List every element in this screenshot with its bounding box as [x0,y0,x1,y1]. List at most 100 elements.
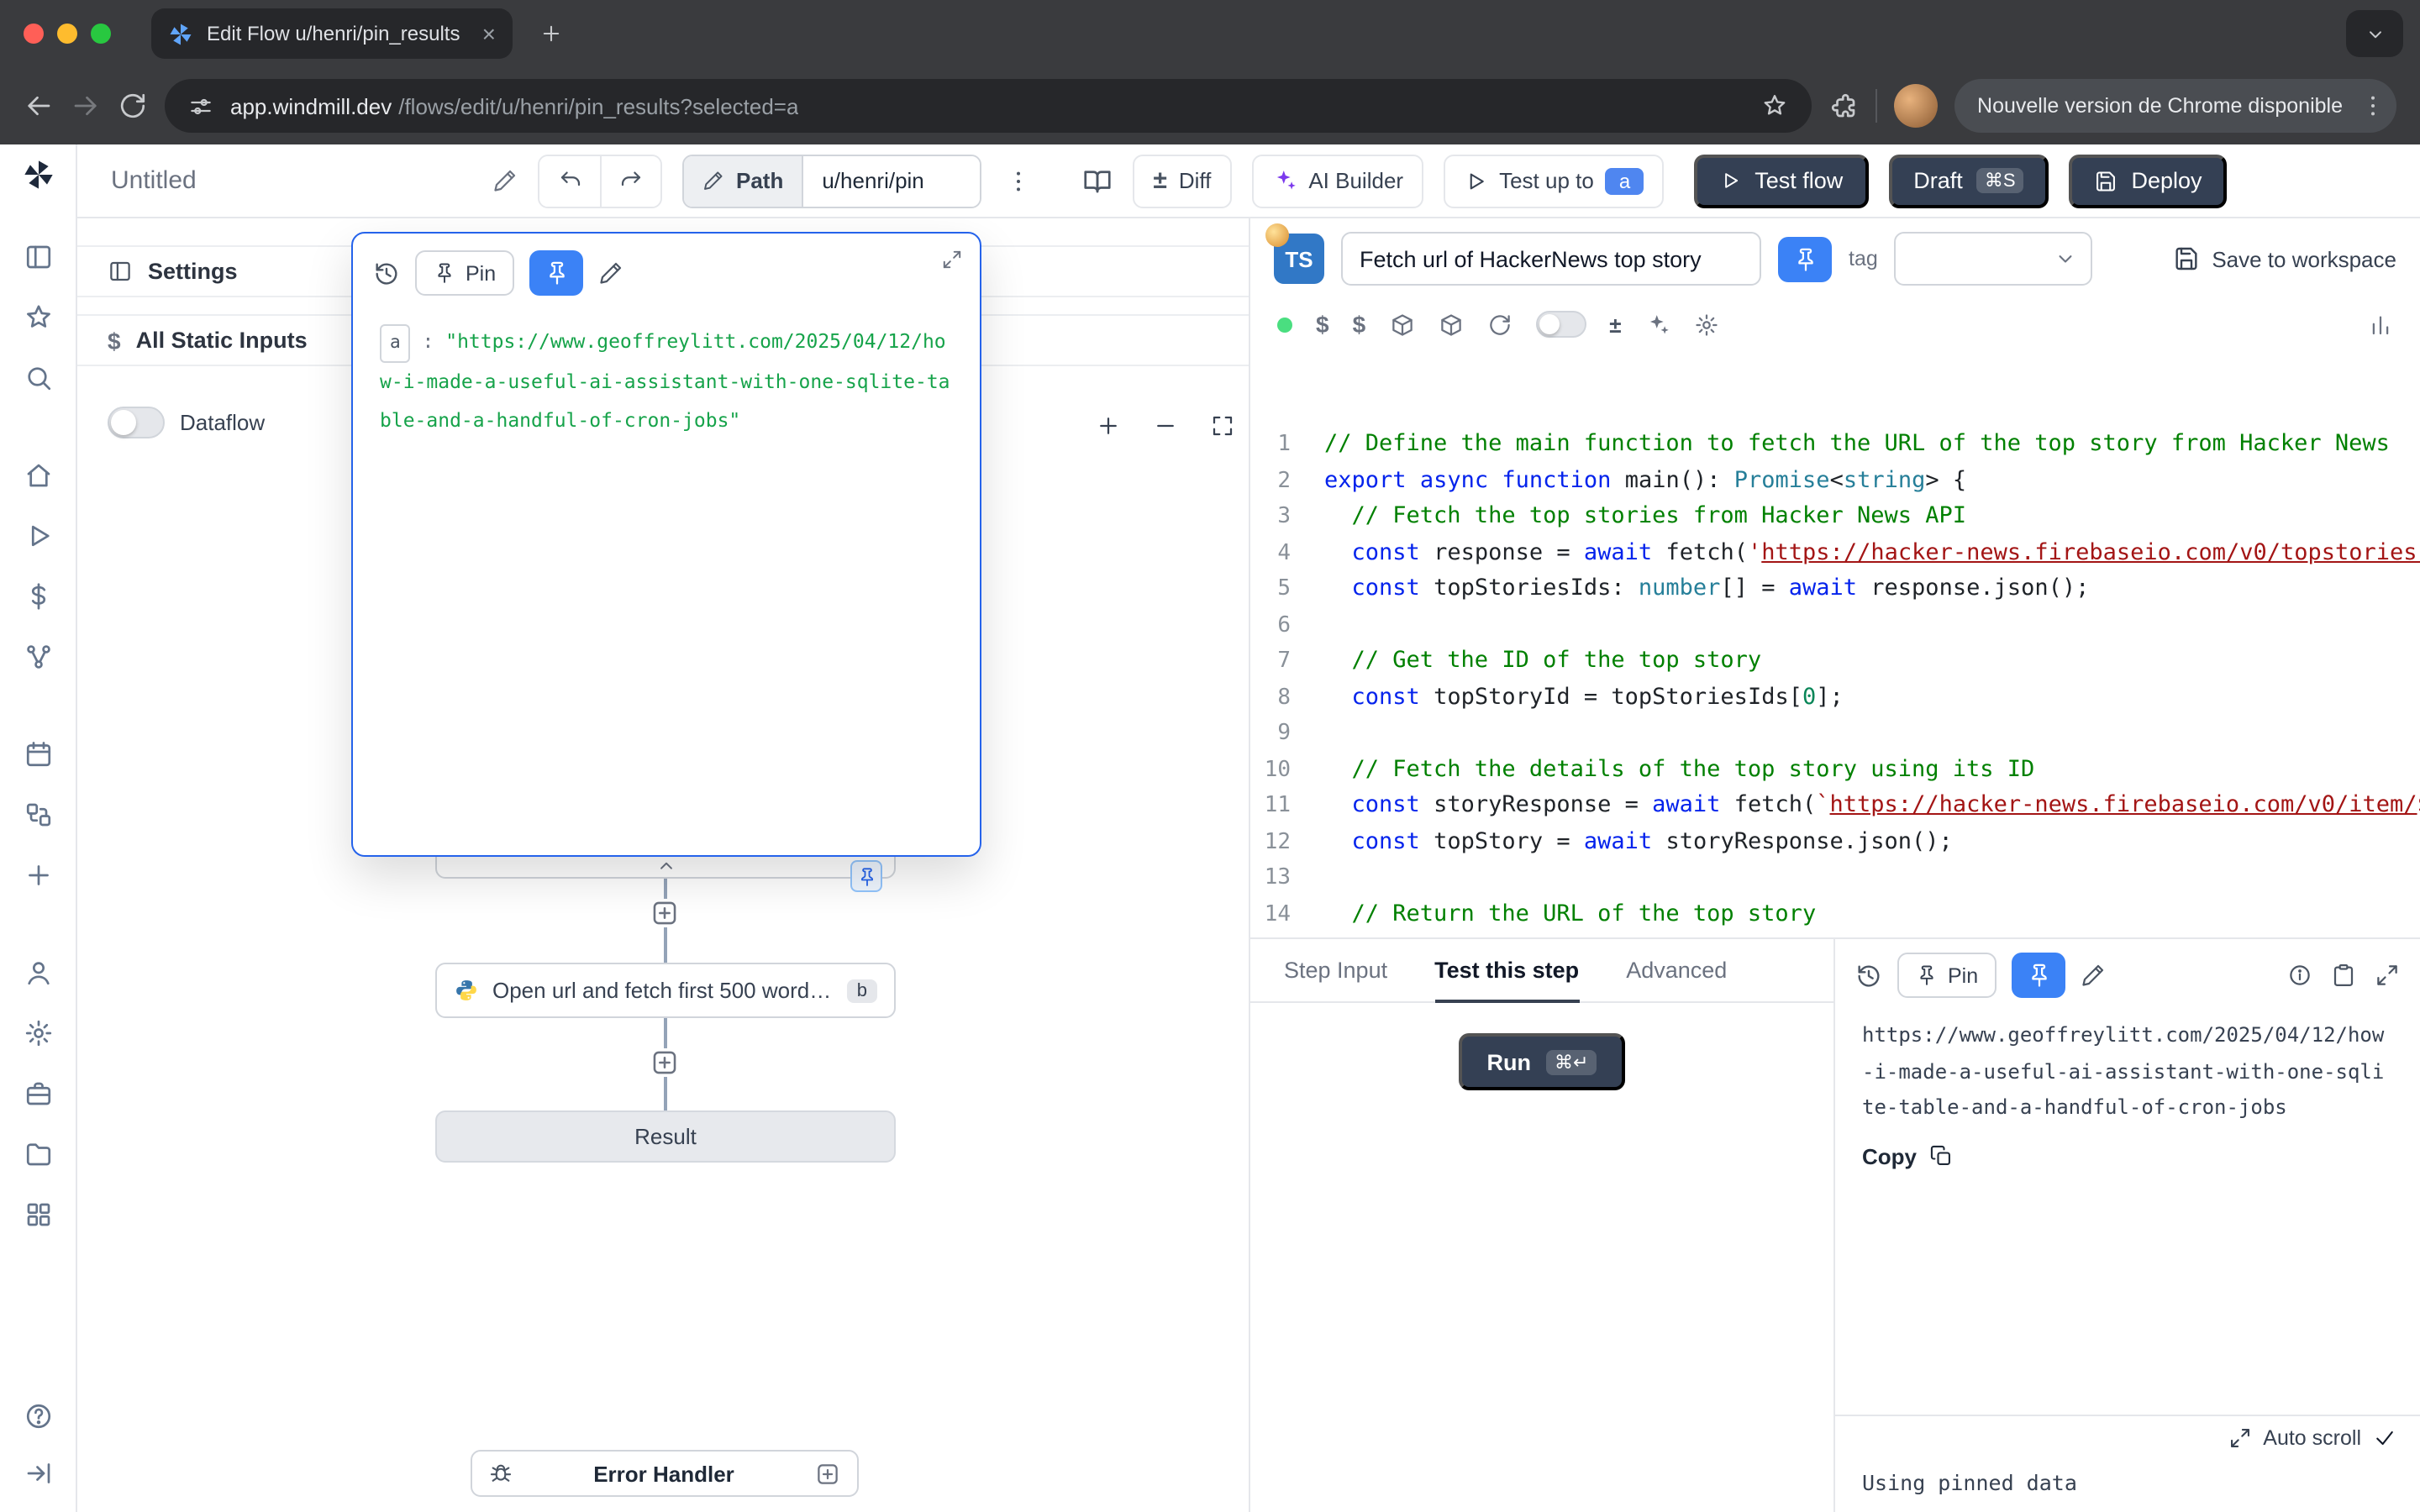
code-line[interactable]: 13 [1250,860,2420,896]
help-icon[interactable] [23,1401,53,1431]
docs-book-icon[interactable] [1082,165,1113,196]
expand-result-icon[interactable] [2375,963,2400,988]
forward-icon[interactable] [71,91,101,121]
path-value[interactable]: u/henri/pin [803,155,980,206]
url-bar[interactable]: app.windmill.dev/flows/edit/u/henri/pin_… [165,79,1811,133]
zoom-in-button[interactable] [1086,403,1129,447]
reload-code-icon[interactable] [1486,312,1512,337]
integrations-icon[interactable] [23,800,53,830]
code-line[interactable]: 7 // Get the ID of the top story [1250,643,2420,680]
test-up-to-button[interactable]: Test up to a [1444,154,1664,207]
pinned-toggle-button[interactable] [529,250,583,296]
code-line[interactable]: 10 // Fetch the details of the top story… [1250,752,2420,788]
home-icon[interactable] [23,460,53,491]
pin-button[interactable]: Pin [415,250,514,296]
ai-wand-icon[interactable] [1644,312,1670,337]
run-button[interactable]: Run ⌘↵ [1459,1033,1626,1090]
zoom-window-button[interactable] [91,24,111,44]
draft-button[interactable]: Draft ⌘S [1888,154,2049,207]
step-summary-input[interactable]: Fetch url of HackerNews top story [1341,232,1761,286]
code-line[interactable]: 2export async function main(): Promise<s… [1250,463,2420,499]
new-tab-button[interactable] [529,12,573,55]
check-icon[interactable] [2373,1426,2396,1450]
diff-mode-icon[interactable]: ± [1609,312,1621,337]
pinned-step-indicator[interactable] [850,860,882,892]
windmill-logo-icon[interactable] [21,158,55,192]
redo-button[interactable] [600,155,660,206]
expand-popup-icon[interactable] [941,249,963,276]
profile-avatar[interactable] [1893,84,1937,128]
result-node[interactable]: Result [435,1110,896,1163]
favorites-star-icon[interactable] [23,302,53,333]
chrome-update-button[interactable]: Nouvelle version de Chrome disponible [1954,79,2396,133]
site-settings-icon[interactable] [188,93,213,118]
add-error-handler-icon[interactable] [815,1461,840,1486]
panels-icon[interactable] [23,242,53,272]
clipboard-icon[interactable] [2331,963,2356,988]
tab-step-input[interactable]: Step Input [1284,939,1387,1003]
tab-advanced[interactable]: Advanced [1626,939,1727,1003]
pin-button[interactable]: Pin [1897,953,1996,998]
ai-builder-button[interactable]: AI Builder [1251,154,1423,207]
package-icon[interactable] [1389,312,1414,337]
pinned-toggle-button[interactable] [1778,236,1832,281]
variables-icon[interactable] [23,581,53,612]
workers-icon[interactable] [23,1079,53,1109]
insert-step-button[interactable] [650,1048,679,1077]
code-line[interactable]: 6 [1250,607,2420,643]
code-line[interactable]: 5 const topStoriesIds: number[] = await … [1250,571,2420,607]
code-line[interactable]: 3 // Fetch the top stories from Hacker N… [1250,499,2420,535]
code-line[interactable]: 8 const topStoryId = topStoriesIds[0]; [1250,680,2420,716]
info-icon[interactable] [2287,963,2312,988]
settings-gear-icon[interactable] [23,1018,53,1048]
editor-settings-gear-icon[interactable] [1693,312,1718,337]
bookmark-star-icon[interactable] [1760,92,1787,119]
code-line[interactable]: 9 [1250,716,2420,752]
flow-title[interactable]: Untitled [97,166,518,195]
tag-select[interactable] [1895,232,2093,286]
collapse-node-icon[interactable] [655,855,676,877]
minimize-window-button[interactable] [57,24,77,44]
tab-search-button[interactable] [2346,10,2403,57]
more-options-icon[interactable] [1005,167,1032,194]
diff-button[interactable]: ± Diff [1133,154,1231,207]
path-button[interactable]: Path [684,155,803,206]
folders-icon[interactable] [23,1139,53,1169]
reload-icon[interactable] [118,91,148,121]
undo-button[interactable] [539,155,600,206]
assistants-stats-icon[interactable] [2368,312,2393,337]
code-editor[interactable]: 1// Define the main function to fetch th… [1250,349,2420,937]
code-line[interactable]: 4 const response = await fetch('https://… [1250,535,2420,571]
zoom-out-button[interactable] [1143,403,1186,447]
test-up-to-step-badge[interactable]: a [1606,167,1644,194]
pinned-result-value[interactable]: https://www.geoffreylitt.com/2025/04/12/… [1835,1011,2420,1127]
code-line[interactable]: 14 // Return the URL of the top story [1250,896,2420,932]
save-to-workspace-button[interactable]: Save to workspace [2173,245,2396,272]
variables-picker-icon[interactable]: $ [1316,311,1329,338]
insert-step-button[interactable] [650,899,679,927]
schedules-icon[interactable] [23,739,53,769]
resources-icon[interactable] [23,642,53,672]
apps-grid-icon[interactable] [23,1200,53,1230]
browser-tab[interactable]: Edit Flow u/henri/pin_results × [151,8,513,59]
code-line[interactable]: 11 const storyResponse = await fetch(`ht… [1250,788,2420,824]
extensions-icon[interactable] [1828,91,1858,121]
browser-menu-icon[interactable] [2360,92,2386,119]
deploy-button[interactable]: Deploy [2070,154,2228,207]
tab-test-this-step[interactable]: Test this step [1434,939,1579,1003]
tab-close-icon[interactable]: × [482,20,496,47]
edit-pin-pencil-icon[interactable] [2081,963,2106,988]
copy-result-button[interactable]: Copy [1835,1127,2420,1186]
dataflow-toggle[interactable] [108,407,165,438]
editor-toggle[interactable] [1535,311,1586,338]
edit-pin-pencil-icon[interactable] [598,260,623,286]
search-icon[interactable] [23,363,53,393]
package-icon[interactable] [1438,312,1463,337]
add-icon[interactable] [23,860,53,890]
collapse-rail-icon[interactable] [23,1458,53,1488]
fullscreen-logs-icon[interactable] [2228,1426,2251,1450]
pinned-json-viewer[interactable]: a : "https://www.geoffreylitt.com/2025/0… [373,323,960,440]
pinned-toggle-button[interactable] [2012,953,2065,998]
step-b-node[interactable]: Open url and fetch first 500 words of ..… [435,963,896,1018]
runs-icon[interactable] [23,521,53,551]
